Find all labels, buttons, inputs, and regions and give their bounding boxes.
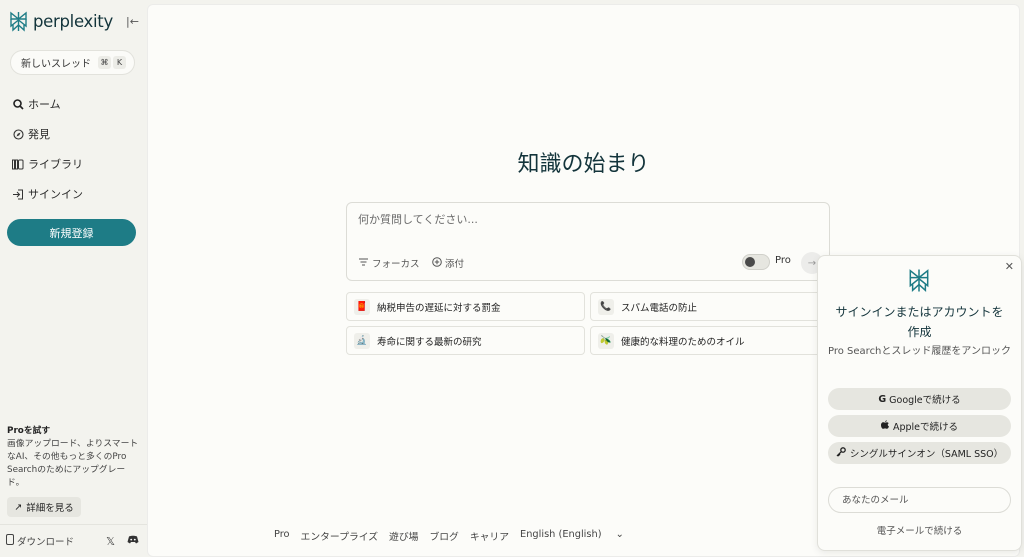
suggestion-label: 納税申告の遅延に対する罰金 bbox=[377, 302, 501, 314]
logo[interactable]: perplexity bbox=[9, 11, 113, 32]
apple-sign-in-button[interactable]: Appleで続ける bbox=[828, 415, 1011, 437]
learn-more-button[interactable]: ↗ 詳細を見る bbox=[7, 497, 81, 517]
logo-text: perplexity bbox=[33, 12, 113, 31]
focus-button[interactable]: フォーカス bbox=[359, 256, 420, 270]
arrow-up-right-icon: ↗ bbox=[14, 501, 23, 513]
nav-item-library[interactable]: ライブラリ bbox=[12, 156, 83, 172]
nav-item-home[interactable]: ホーム bbox=[12, 96, 61, 112]
plus-circle-icon bbox=[432, 256, 442, 270]
footer-link-pro[interactable]: Pro bbox=[274, 529, 290, 543]
toggle-knob bbox=[745, 257, 755, 267]
footer-link-playground[interactable]: 遊び場 bbox=[389, 529, 418, 543]
ask-box: フォーカス 添付 Pro → bbox=[346, 202, 830, 281]
learn-more-label: 詳細を見る bbox=[26, 503, 74, 514]
new-thread-label: 新しいスレッド bbox=[21, 59, 91, 70]
sidebar-footer: ダウンロード 𝕏 bbox=[0, 524, 147, 557]
download-label: ダウンロード bbox=[17, 537, 75, 548]
suggestion-label: 健康的な料理のためのオイル bbox=[621, 336, 745, 348]
arrow-right-icon: → bbox=[807, 257, 817, 269]
popup-subtitle: Pro Searchとスレッド履歴をアンロック bbox=[828, 346, 1011, 357]
footer-link-careers[interactable]: キャリア bbox=[470, 529, 509, 543]
download-button[interactable]: ダウンロード bbox=[6, 534, 106, 548]
suggestion-item[interactable]: 📞 スパム電話の防止 bbox=[590, 292, 830, 321]
ask-input[interactable] bbox=[358, 213, 798, 226]
perplexity-logo-icon bbox=[908, 268, 930, 297]
sign-in-icon bbox=[12, 188, 24, 200]
nav-label: ライブラリ bbox=[28, 158, 83, 171]
footer-link-enterprise[interactable]: エンタープライズ bbox=[301, 529, 379, 543]
google-icon: G bbox=[878, 393, 887, 405]
promo-title: Proを試す bbox=[7, 426, 51, 436]
nav-item-sign-in[interactable]: サインイン bbox=[12, 186, 83, 202]
suggestion-item[interactable]: 🧧 納税申告の遅延に対する罰金 bbox=[346, 292, 585, 321]
attach-label: 添付 bbox=[445, 259, 465, 270]
signup-button[interactable]: 新規登録 bbox=[7, 219, 136, 246]
suggestion-emoji: 📞 bbox=[598, 298, 614, 315]
suggestion-emoji: 🧧 bbox=[354, 298, 370, 315]
filter-icon bbox=[359, 257, 368, 269]
search-icon bbox=[12, 98, 24, 110]
page-title: 知識の始まり bbox=[517, 152, 650, 177]
language-selector[interactable]: English (English) ⌄ bbox=[520, 529, 635, 543]
suggestion-item[interactable]: 🔬 寿命に関する最新の研究 bbox=[346, 326, 585, 355]
sso-sign-in-button[interactable]: シングルサインオン（SAML SSO） bbox=[828, 442, 1011, 464]
email-field[interactable] bbox=[828, 487, 1011, 513]
google-sign-in-button[interactable]: G Googleで続ける bbox=[828, 388, 1011, 410]
nav-item-discover[interactable]: 発見 bbox=[12, 126, 50, 142]
chevron-down-icon: ⌄ bbox=[615, 529, 624, 540]
attach-button[interactable]: 添付 bbox=[432, 256, 464, 270]
footer-link-blog[interactable]: ブログ bbox=[429, 529, 458, 543]
perplexity-logo-icon bbox=[10, 11, 27, 32]
pro-toggle[interactable] bbox=[742, 254, 770, 270]
key-icon bbox=[836, 446, 846, 460]
google-label: Googleで続ける bbox=[889, 395, 961, 406]
new-thread-button[interactable]: 新しいスレッド ⌘ K bbox=[10, 50, 135, 75]
popup-title: サインインまたはアカウントを作成 bbox=[835, 305, 1004, 339]
focus-label: フォーカス bbox=[372, 259, 420, 270]
discord-icon[interactable] bbox=[127, 535, 139, 547]
sign-in-popup: ✕ サインインまたはアカウントを作成 Pro Searchとスレッド履歴をアンロ… bbox=[817, 255, 1022, 551]
promo-body: 画像アップロード、よりスマートなAI、その他もっと多くのPro Searchのた… bbox=[7, 439, 139, 488]
pro-label: Pro bbox=[775, 255, 791, 266]
suggestion-item[interactable]: 🫒 健康的な料理のためのオイル bbox=[590, 326, 830, 355]
language-label: English (English) bbox=[520, 529, 602, 540]
sso-label: シングルサインオン（SAML SSO） bbox=[849, 449, 1004, 460]
nav-label: サインイン bbox=[28, 188, 83, 201]
suggestion-label: 寿命に関する最新の研究 bbox=[377, 336, 482, 348]
shortcut-key: K bbox=[113, 56, 126, 69]
collapse-sidebar-icon[interactable]: |← bbox=[126, 15, 139, 28]
sidebar: perplexity |← 新しいスレッド ⌘ K ホーム 発見 ライブラリ サ… bbox=[0, 0, 147, 557]
nav-label: ホーム bbox=[28, 98, 61, 111]
close-icon[interactable]: ✕ bbox=[1005, 260, 1014, 273]
continue-with-email-button[interactable]: 電子メールで続ける bbox=[818, 523, 1021, 537]
library-icon bbox=[12, 158, 24, 170]
footer-links: Pro エンタープライズ 遊び場 ブログ キャリア English (Engli… bbox=[274, 529, 646, 543]
apple-label: Appleで続ける bbox=[892, 422, 959, 433]
apple-icon bbox=[880, 420, 889, 432]
compass-icon bbox=[12, 128, 24, 140]
shortcut-cmd: ⌘ bbox=[98, 56, 111, 69]
nav-label: 発見 bbox=[28, 128, 50, 141]
suggestion-label: スパム電話の防止 bbox=[621, 302, 698, 314]
pro-promo: Proを試す 画像アップロード、よりスマートなAI、その他もっと多くのPro S… bbox=[7, 425, 142, 490]
phone-icon bbox=[6, 534, 14, 548]
x-icon[interactable]: 𝕏 bbox=[106, 535, 115, 548]
suggestion-emoji: 🫒 bbox=[598, 332, 614, 349]
suggestion-emoji: 🔬 bbox=[354, 332, 370, 349]
